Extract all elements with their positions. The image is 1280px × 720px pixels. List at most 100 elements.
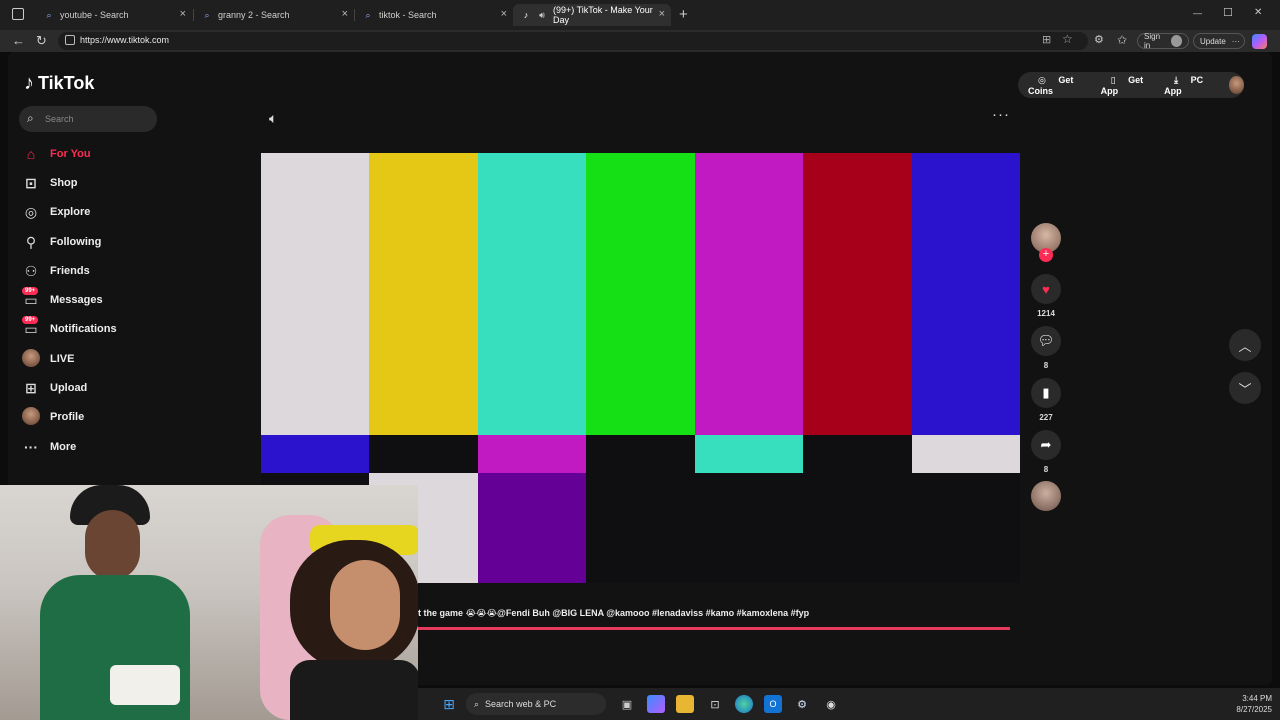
sound-avatar[interactable] — [1031, 481, 1061, 511]
site-info-icon[interactable] — [65, 35, 75, 45]
pc-app-button[interactable]: ⤓ PC App — [1164, 75, 1214, 96]
like-button[interactable]: ♥ — [1031, 274, 1061, 304]
refresh-icon[interactable]: ↻ — [36, 33, 47, 49]
favorite-star-icon[interactable]: ☆ — [1062, 32, 1073, 46]
close-tab-icon[interactable]: × — [342, 8, 348, 20]
sidebar-item-following[interactable]: ⚲ Following — [22, 231, 101, 253]
webcam-overlay — [0, 485, 418, 720]
back-icon[interactable]: ← — [12, 33, 25, 48]
color-bar-mid — [586, 435, 696, 473]
close-tab-icon[interactable]: × — [659, 8, 665, 20]
color-bar-bottom — [694, 473, 804, 583]
sidebar-item-for-you[interactable]: ⌂ For You — [22, 143, 91, 165]
search-icon: ⌕ — [204, 9, 210, 20]
sidebar-item-messages[interactable]: ▭ 99+ Messages — [22, 286, 103, 311]
tab-tiktok-active[interactable]: ♪ 🔊︎ (99+) TikTok - Make Your Day × — [513, 4, 671, 26]
close-tab-icon[interactable]: × — [501, 8, 507, 20]
phone-icon: ▯ — [1110, 74, 1119, 85]
get-app-button[interactable]: ▯ Get App — [1101, 75, 1154, 96]
extensions-icon[interactable]: ⚙ — [1094, 33, 1104, 46]
sidebar-item-upload[interactable]: ⊞ Upload — [22, 377, 87, 399]
color-bar-mid — [803, 435, 913, 473]
speaker-icon[interactable]: 🔊︎ — [537, 10, 547, 20]
sidebar-item-notifications[interactable]: ▭ 99+ Notifications — [22, 315, 117, 340]
browser-tab-bar: ⌕ youtube - Search × ⌕ granny 2 - Search… — [0, 0, 1280, 30]
windows-start-icon[interactable]: ⊞ — [440, 695, 458, 713]
save-button[interactable]: ▮ — [1031, 378, 1061, 408]
sidebar-item-friends[interactable]: ⚇ Friends — [22, 260, 90, 282]
comment-button[interactable]: 💬︎ — [1031, 326, 1061, 356]
share-button[interactable]: ➦ — [1031, 430, 1061, 460]
sidebar-item-live[interactable]: LIVE — [22, 348, 74, 370]
close-tab-icon[interactable]: × — [180, 8, 186, 20]
maximize-button[interactable]: ☐ — [1223, 6, 1233, 19]
tab-youtube-search[interactable]: ⌕ youtube - Search × — [36, 4, 192, 26]
edge-icon[interactable] — [735, 695, 753, 713]
notifications-badge: 99+ — [22, 315, 39, 324]
taskbar-search[interactable]: ⌕ Search web & PC — [466, 693, 606, 715]
copilot-icon[interactable] — [1252, 34, 1267, 49]
search-icon: ⌕ — [365, 9, 371, 20]
get-coins-button[interactable]: ◎ Get Coins — [1028, 75, 1091, 96]
color-bar-bottom — [911, 473, 1021, 583]
follow-plus-icon[interactable]: + — [1039, 248, 1053, 262]
sidebar-item-profile[interactable]: Profile — [22, 406, 84, 428]
coin-icon: ◎ — [1038, 74, 1049, 85]
minimize-button[interactable]: — — [1193, 8, 1202, 18]
url-text: https://www.tiktok.com — [80, 35, 170, 45]
header-actions: ◎ Get Coins ▯ Get App ⤓ PC App — [1018, 72, 1245, 98]
task-view-icon[interactable]: ▣ — [618, 695, 636, 713]
download-icon: ⤓ — [1174, 74, 1181, 85]
sign-in-button[interactable]: Sign in — [1137, 32, 1189, 50]
color-bar-bottom — [586, 473, 696, 583]
tab-actions-icon[interactable] — [12, 8, 24, 20]
system-clock[interactable]: 3:44 PM 8/27/2025 — [1236, 693, 1272, 715]
outlook-icon[interactable]: O — [764, 695, 782, 713]
obs-icon[interactable]: ◉ — [822, 695, 840, 713]
more-menu-icon: ··· — [1231, 36, 1240, 46]
tab-tiktok-search[interactable]: ⌕ tiktok - Search × — [355, 4, 513, 26]
steam-icon[interactable]: ⚙ — [793, 695, 811, 713]
video-options-icon[interactable]: ··· — [992, 106, 1010, 123]
messages-badge: 99+ — [22, 286, 39, 295]
color-bar-bottom — [803, 473, 913, 583]
color-bar-mid — [261, 435, 370, 473]
url-bar[interactable]: https://www.tiktok.com ⊞ ☆ — [58, 32, 1088, 50]
profile-icon — [22, 406, 40, 428]
favorites-icon[interactable]: ✩ — [1117, 33, 1127, 47]
copilot-taskbar-icon[interactable] — [647, 695, 665, 713]
video-progress-bar[interactable] — [418, 627, 1011, 630]
following-icon: ⚲ — [25, 233, 37, 250]
previous-video-button[interactable]: ︿ — [1229, 329, 1261, 361]
webcam-person-right — [270, 500, 418, 720]
search-placeholder: Search — [45, 114, 74, 124]
new-tab-button[interactable]: + — [679, 6, 688, 23]
tab-granny-search[interactable]: ⌕ granny 2 - Search × — [194, 4, 354, 26]
color-bar-top — [477, 153, 587, 435]
next-video-button[interactable]: ﹀ — [1229, 372, 1261, 404]
color-bar-top — [694, 153, 804, 435]
messages-icon: ▭ 99+ — [22, 286, 40, 309]
file-explorer-icon[interactable] — [676, 695, 694, 713]
sidebar-item-more[interactable]: ··· More — [22, 436, 76, 458]
tab-title: (99+) TikTok - Make Your Day — [552, 5, 653, 25]
update-button[interactable]: Update ··· — [1193, 33, 1245, 49]
home-icon: ⌂ — [26, 146, 36, 162]
webcam-person-left — [40, 485, 190, 720]
sidebar-item-explore[interactable]: ◎ Explore — [22, 201, 90, 223]
compass-icon: ◎ — [24, 203, 38, 220]
app-available-icon[interactable]: ⊞ — [1042, 33, 1051, 46]
color-bar-top — [261, 153, 370, 435]
user-avatar[interactable] — [1228, 76, 1245, 94]
sidebar-item-shop[interactable]: ⊡ Shop — [22, 172, 77, 194]
tiktok-logo[interactable]: ♪ TikTok — [24, 72, 94, 95]
share-count: 8 — [1043, 465, 1049, 474]
profile-avatar-icon — [1170, 35, 1182, 47]
store-icon[interactable]: ⊡ — [706, 695, 724, 713]
search-icon: ⌕ — [27, 111, 34, 125]
upload-icon: ⊞ — [25, 379, 37, 396]
close-window-button[interactable]: ✕ — [1254, 7, 1262, 18]
windows-taskbar: ⊞ ⌕ Search web & PC ▣ ⊡ O ⚙ ◉ 3:44 PM 8/… — [418, 688, 1280, 720]
search-input[interactable]: ⌕ Search — [19, 106, 157, 132]
volume-icon[interactable]: 🔈︎ — [269, 110, 277, 127]
